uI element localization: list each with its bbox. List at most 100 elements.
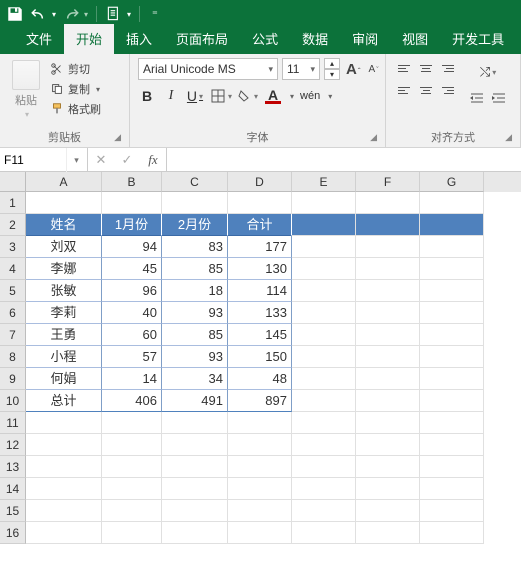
cell[interactable] — [228, 412, 292, 434]
cell[interactable]: 合计 — [228, 214, 292, 236]
name-box-dropdown[interactable]: ▾ — [66, 148, 86, 172]
cell[interactable] — [420, 302, 484, 324]
cell[interactable] — [420, 456, 484, 478]
cell[interactable] — [102, 434, 162, 456]
cell[interactable]: 何娟 — [26, 368, 102, 390]
font-size-stepper[interactable]: ▴▾ — [324, 58, 340, 80]
cell[interactable] — [162, 500, 228, 522]
row-header-7[interactable]: 7 — [0, 324, 26, 346]
row-header-3[interactable]: 3 — [0, 236, 26, 258]
name-box[interactable]: ▾ — [0, 148, 88, 171]
cell[interactable] — [356, 412, 420, 434]
cell[interactable]: 张敏 — [26, 280, 102, 302]
cell[interactable]: 93 — [162, 346, 228, 368]
cell[interactable] — [356, 390, 420, 412]
select-all-corner[interactable] — [0, 172, 26, 192]
cell[interactable] — [26, 456, 102, 478]
border-button[interactable]: ▾ — [210, 86, 232, 106]
cell[interactable] — [356, 236, 420, 258]
cell[interactable]: 897 — [228, 390, 292, 412]
cell[interactable] — [228, 434, 292, 456]
cell[interactable]: 93 — [162, 302, 228, 324]
cell[interactable] — [228, 192, 292, 214]
cell[interactable] — [420, 478, 484, 500]
cell[interactable] — [102, 522, 162, 544]
cell[interactable] — [292, 258, 356, 280]
cell[interactable] — [162, 434, 228, 456]
fill-color-button[interactable]: ▾ — [238, 86, 258, 106]
row-header-13[interactable]: 13 — [0, 456, 26, 478]
paste-dropdown[interactable]: ▾ — [25, 110, 29, 119]
cell[interactable] — [292, 192, 356, 214]
cell[interactable] — [420, 434, 484, 456]
cell[interactable] — [292, 412, 356, 434]
cell[interactable] — [292, 214, 356, 236]
cell[interactable] — [356, 500, 420, 522]
spreadsheet-grid[interactable]: ABCDEFG 12345678910111213141516 姓名1月份2月份… — [0, 172, 521, 580]
cell[interactable] — [292, 280, 356, 302]
cell[interactable] — [356, 346, 420, 368]
alignment-dialog-launcher[interactable]: ◢ — [505, 132, 512, 143]
bold-button[interactable]: B — [138, 86, 156, 106]
cell[interactable] — [292, 302, 356, 324]
row-header-11[interactable]: 11 — [0, 412, 26, 434]
underline-button[interactable]: U▾ — [186, 86, 204, 106]
tab-data[interactable]: 数据 — [290, 24, 340, 54]
cell[interactable]: 王勇 — [26, 324, 102, 346]
cell[interactable]: 150 — [228, 346, 292, 368]
cell[interactable]: 57 — [102, 346, 162, 368]
cell[interactable] — [356, 368, 420, 390]
cell[interactable]: 小程 — [26, 346, 102, 368]
cell[interactable]: 83 — [162, 236, 228, 258]
cell[interactable]: 李莉 — [26, 302, 102, 324]
row-header-15[interactable]: 15 — [0, 500, 26, 522]
font-dialog-launcher[interactable]: ◢ — [370, 132, 377, 143]
cell[interactable] — [102, 192, 162, 214]
formula-input[interactable] — [167, 148, 521, 171]
orientation-button[interactable]: ⤭▾ — [468, 62, 508, 82]
cell[interactable] — [420, 324, 484, 346]
cell[interactable] — [292, 236, 356, 258]
copy-button[interactable]: 复制▾ — [48, 80, 103, 98]
redo-icon[interactable] — [62, 5, 80, 23]
cell[interactable]: 85 — [162, 258, 228, 280]
qat-customize[interactable]: ⁼ — [152, 8, 158, 21]
cell[interactable] — [102, 478, 162, 500]
font-name-select[interactable]: Arial Unicode MS — [138, 58, 278, 80]
col-header-G[interactable]: G — [420, 172, 484, 192]
row-header-2[interactable]: 2 — [0, 214, 26, 236]
col-header-E[interactable]: E — [292, 172, 356, 192]
cell[interactable] — [292, 456, 356, 478]
cell[interactable] — [420, 280, 484, 302]
align-middle[interactable] — [416, 58, 436, 78]
tab-file[interactable]: 文件 — [14, 24, 64, 54]
cell[interactable] — [292, 390, 356, 412]
cell[interactable] — [228, 478, 292, 500]
new-doc-dropdown[interactable]: ▾ — [127, 10, 131, 19]
cell[interactable] — [356, 478, 420, 500]
cell[interactable] — [356, 214, 420, 236]
cell[interactable] — [162, 522, 228, 544]
cell[interactable] — [420, 500, 484, 522]
cell[interactable]: 40 — [102, 302, 162, 324]
cell[interactable] — [228, 500, 292, 522]
cell[interactable]: 60 — [102, 324, 162, 346]
cancel-button[interactable]: ✕ — [88, 152, 114, 168]
clipboard-dialog-launcher[interactable]: ◢ — [114, 132, 121, 143]
font-color-button[interactable]: A — [264, 86, 282, 106]
cell[interactable] — [102, 412, 162, 434]
cell[interactable]: 133 — [228, 302, 292, 324]
cell[interactable] — [26, 412, 102, 434]
tab-review[interactable]: 审阅 — [340, 24, 390, 54]
enter-button[interactable]: ✓ — [114, 152, 140, 168]
cell[interactable] — [292, 368, 356, 390]
cells-area[interactable]: 姓名1月份2月份合计刘双9483177李娜4585130张敏9618114李莉4… — [26, 192, 521, 544]
tab-formulas[interactable]: 公式 — [240, 24, 290, 54]
shrink-font-button[interactable]: Aˇ — [367, 64, 381, 75]
italic-button[interactable]: I — [162, 86, 180, 106]
col-header-D[interactable]: D — [228, 172, 292, 192]
cell[interactable] — [356, 522, 420, 544]
row-header-8[interactable]: 8 — [0, 346, 26, 368]
cell[interactable]: 85 — [162, 324, 228, 346]
cell[interactable] — [102, 500, 162, 522]
